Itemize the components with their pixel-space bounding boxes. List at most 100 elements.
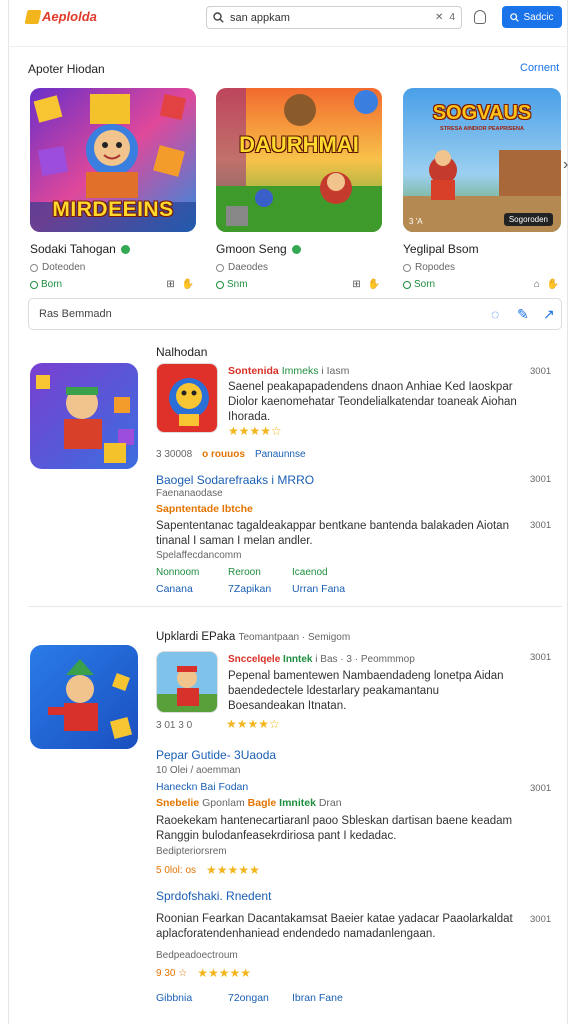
- feed-2-tag-c[interactable]: Bagle: [248, 797, 277, 809]
- game-art-3[interactable]: SOGVAUS STRESA AINDIOR PEAPRISENA 3 'A S…: [403, 88, 561, 232]
- feed-2-rating-3: ★★★★★: [197, 966, 252, 980]
- feed-1-sub: Faenanaodase: [156, 488, 223, 499]
- feed-1-badge: o rouuos: [202, 449, 245, 460]
- feed-small-thumb-2[interactable]: [156, 651, 218, 713]
- section-title: Apoter Hiodan: [28, 62, 105, 76]
- feed-2-rating-3-left: 9 30 ☆: [156, 967, 188, 979]
- feed-2-section[interactable]: Sprdofshaki. Rnedent: [156, 889, 271, 903]
- game-card-1[interactable]: MIRDEEINS Sodaki Tahogan Doteoden Born ⊞…: [30, 88, 196, 290]
- feed-2-tag-e: Dran: [318, 797, 342, 809]
- feed-2-paragraph-3-sub: Bedpeadoectroum: [156, 950, 238, 961]
- feed-thumb-1[interactable]: [30, 363, 138, 469]
- game-card-3[interactable]: SOGVAUS STRESA AINDIOR PEAPRISENA 3 'A S…: [403, 88, 561, 290]
- feed-1-label-3: Icaenod: [292, 567, 328, 578]
- feed-heading-2-meta: Teomantpaan · Semigom: [238, 632, 351, 643]
- feed-heading-1: Nalhodan: [156, 345, 208, 359]
- feed-2-sub: 10 Olei / aoemman: [156, 765, 241, 776]
- game-art-1-text: MIRDEEINS: [52, 198, 174, 221]
- section-more-link[interactable]: Cornent: [520, 62, 559, 74]
- developer-icon: [30, 263, 38, 272]
- feed-2-tag-b: Gponlam: [202, 797, 245, 809]
- app-logo[interactable]: Aeplolda: [24, 9, 97, 24]
- filter-input[interactable]: Ras Bemmadn: [39, 308, 112, 320]
- game-card-2-developer: Daeodes: [228, 262, 269, 273]
- search-icon: [213, 12, 224, 23]
- verified-icon: [291, 244, 301, 254]
- search-small-icon: [510, 12, 520, 22]
- feed-small-thumb-1[interactable]: [156, 363, 218, 433]
- refresh-icon[interactable]: ◌: [491, 306, 499, 322]
- game-art-3-badge: Sogoroden: [503, 213, 553, 226]
- sign-in-button[interactable]: Sadcic: [502, 6, 562, 28]
- feed-1-author[interactable]: Sontenida: [228, 365, 279, 377]
- feed-2-rating: ★★★★☆: [226, 717, 280, 731]
- feed-1-link-c[interactable]: Urran Fana: [292, 583, 345, 595]
- feed-1-link-time: 3001: [530, 474, 552, 485]
- feed-2-tag: Inntek: [283, 654, 313, 665]
- feed-1-link[interactable]: Baogel Sodarefraaks i MRRO: [156, 473, 314, 487]
- feed-1-link-a[interactable]: Canana: [156, 583, 193, 595]
- feed-2-count: 3 01 3 0: [156, 720, 193, 731]
- feed-thumb-2[interactable]: [30, 645, 138, 749]
- logo-text: Aeplolda: [42, 9, 97, 24]
- notification-bell-icon[interactable]: [474, 10, 486, 24]
- feed-2-link-c[interactable]: Ibran Fane: [292, 992, 343, 1004]
- feed-2-rating-2: ★★★★★: [206, 863, 260, 877]
- card-actions-icon[interactable]: ⌂ ✋: [534, 279, 561, 290]
- filter-bar[interactable]: Ras Bemmadn ◌ ✎ ↗: [28, 298, 562, 330]
- feed-1-paragraph-sub: Spelaffecdancomm: [156, 550, 242, 561]
- feed-2-link-a[interactable]: Gibbnia: [156, 992, 192, 1004]
- search-box[interactable]: ✕ 4: [206, 6, 462, 29]
- game-art-3-subtext: STRESA AINDIOR PEAPRISENA: [440, 126, 524, 132]
- share-icon[interactable]: ↗: [543, 306, 555, 323]
- game-card-1-title[interactable]: Sodaki Tahogan: [30, 242, 116, 256]
- game-card-1-developer: Doteoden: [42, 262, 86, 273]
- feed-2-link-b[interactable]: 72ongan: [228, 992, 269, 1004]
- verified-icon: [120, 244, 130, 254]
- top-bar: Aeplolda ✕ 4 Sadcic: [0, 0, 576, 40]
- card-actions-icon[interactable]: ⊞ ✋: [166, 279, 196, 290]
- game-card-2-status: Snm: [227, 279, 248, 290]
- status-icon: [216, 280, 224, 289]
- feed-1-link-b[interactable]: 7Zapikan: [228, 583, 271, 595]
- feed-1-tag-blue[interactable]: Panaunnse: [255, 449, 306, 460]
- feed-2-meta: i Bas · 3 · Peommmop: [315, 654, 415, 665]
- feed-2-text: Pepenal bamentewen Nambaendadeng lonetpa…: [228, 670, 504, 712]
- feed-divider: [28, 606, 562, 607]
- game-card-2-title[interactable]: Gmoon Seng: [216, 242, 287, 256]
- feed-2-author[interactable]: Snccelqele: [228, 654, 280, 665]
- feed-heading-2: Upklardi EPaka: [156, 631, 236, 643]
- close-icon[interactable]: ✕: [435, 12, 443, 23]
- game-art-2[interactable]: DAURHMAI: [216, 88, 382, 232]
- game-art-3-text: SOGVAUS: [432, 102, 532, 124]
- feed-1-rating: ★★★★☆: [228, 424, 282, 438]
- feed-2-paragraph: Raoekekam hantenecartiaranl paoo Sbleska…: [156, 815, 513, 842]
- feed-2-paragraph-3-time: 3001: [530, 914, 552, 925]
- feed-1-meta: i Iasm: [321, 365, 350, 377]
- developer-icon: [216, 263, 224, 272]
- feed-1-count: 3 30008: [156, 449, 193, 460]
- header-divider: [8, 46, 568, 47]
- feed-1-label-2: Reroon: [228, 567, 261, 578]
- sign-in-label: Sadcic: [523, 11, 554, 23]
- game-card-3-title[interactable]: Yeglipal Bsom: [403, 242, 479, 256]
- feed-2-tag-a[interactable]: Snebelie: [156, 797, 199, 809]
- feed-2-paragraph-sub: Bedipteriorsrem: [156, 846, 227, 857]
- status-icon: [30, 280, 38, 289]
- card-actions-icon[interactable]: ⊞ ✋: [352, 279, 382, 290]
- game-art-1[interactable]: MIRDEEINS: [30, 88, 196, 232]
- game-card-2[interactable]: DAURHMAI Gmoon Seng Daeodes Snm ⊞ ✋: [216, 88, 382, 290]
- feed-1-paragraph-time: 3001: [530, 520, 552, 531]
- status-icon: [403, 280, 411, 289]
- game-card-3-status: Sorn: [414, 279, 436, 290]
- feed-1-time: 3001: [530, 366, 552, 377]
- search-input[interactable]: [230, 11, 430, 24]
- feed-2-link[interactable]: Pepar Gutide- 3Uaoda: [156, 748, 276, 762]
- developer-icon: [403, 263, 411, 272]
- edit-icon[interactable]: ✎: [517, 306, 529, 323]
- feed-1-orange-line[interactable]: Sapntentade Ibtche: [156, 503, 253, 515]
- feed-2-blue-line[interactable]: Haneckn Bai Fodan: [156, 781, 248, 793]
- feed-2-tag-d[interactable]: Imnitek: [279, 797, 316, 809]
- search-suffix: 4: [449, 12, 455, 23]
- chevron-right-icon[interactable]: ›: [563, 156, 568, 174]
